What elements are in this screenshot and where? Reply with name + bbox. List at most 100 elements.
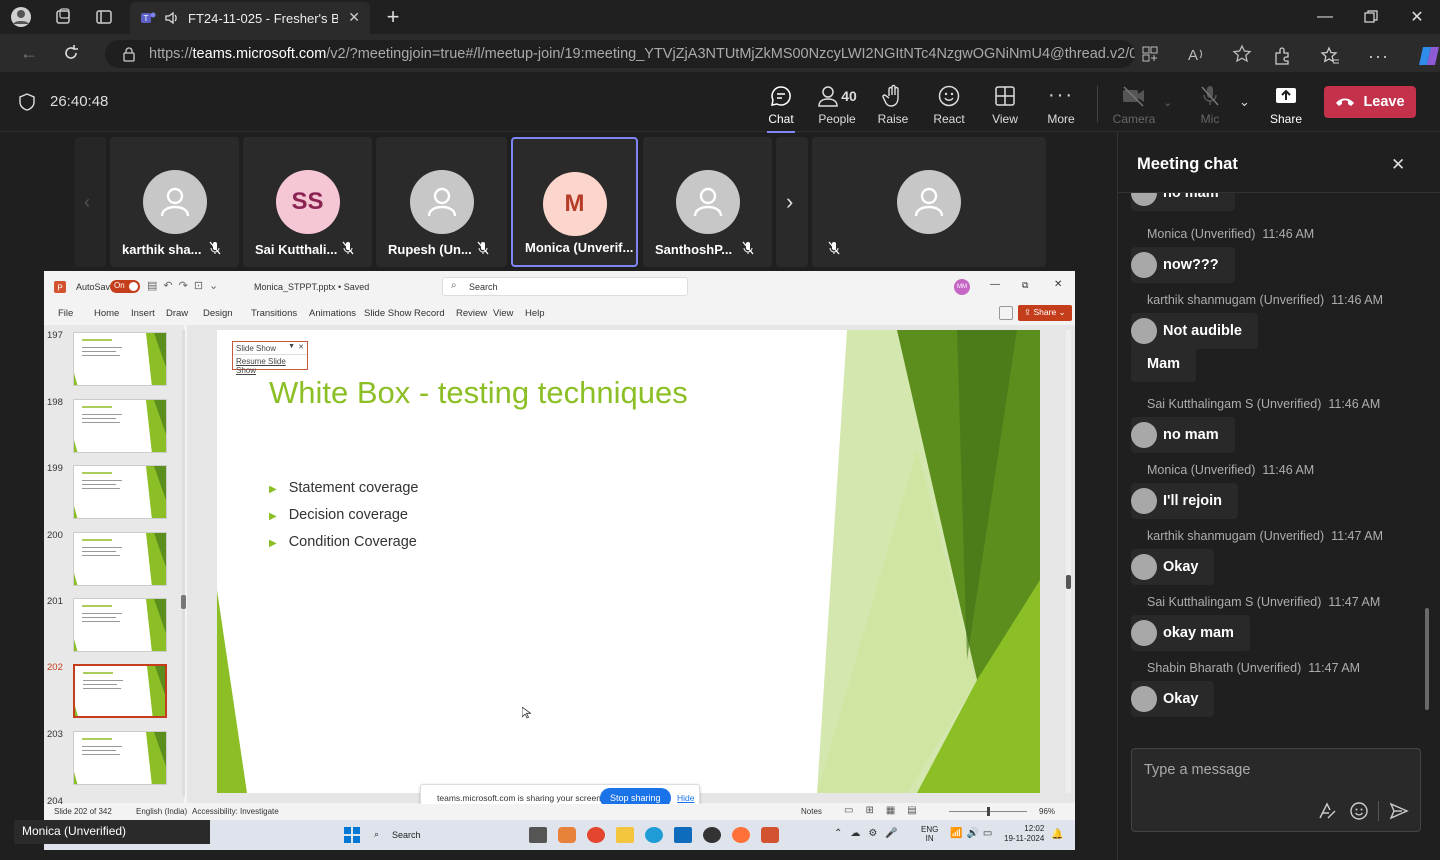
quick-access-icons[interactable]: ▤↶↷⊡⌄: [147, 279, 224, 292]
participant-tile[interactable]: Rupesh (Un...: [376, 137, 507, 267]
ribbon-tab-home[interactable]: Home: [94, 308, 131, 319]
hide-link[interactable]: Hide: [677, 793, 694, 803]
mic-button[interactable]: Mic: [1180, 82, 1240, 126]
message-bubble[interactable]: Not audible: [1131, 313, 1258, 349]
ppt-close-icon[interactable]: ✕: [1054, 279, 1062, 290]
view-button[interactable]: View: [975, 82, 1035, 126]
speaker-icon[interactable]: [164, 10, 180, 26]
close-window-icon[interactable]: ✕: [1406, 6, 1428, 28]
user-avatar[interactable]: MM: [954, 279, 970, 295]
leave-button[interactable]: Leave: [1324, 86, 1416, 118]
chrome-icon[interactable]: [587, 827, 605, 843]
ppt-minimize-icon[interactable]: —: [990, 279, 1000, 290]
message-bubble[interactable]: I'll rejoin: [1131, 483, 1239, 519]
back-icon[interactable]: ←: [18, 42, 40, 64]
participant-tile-speaking[interactable]: M Monica (Unverif...: [511, 137, 638, 267]
chat-button[interactable]: Chat: [751, 82, 811, 133]
ribbon-tab-insert[interactable]: Insert: [131, 308, 166, 319]
status-language[interactable]: English (India): [136, 807, 187, 816]
slide-thumbnail[interactable]: [73, 465, 167, 519]
ppt-filename[interactable]: Monica_STPPT.pptx • Saved: [254, 282, 369, 292]
view-mode-icons[interactable]: ▭⊞▦▤: [844, 805, 929, 816]
status-accessibility[interactable]: Accessibility: Investigate: [192, 807, 279, 816]
tiles-prev-button[interactable]: ‹: [75, 137, 106, 267]
message-bubble[interactable]: Okay: [1131, 549, 1215, 585]
camera-button[interactable]: Camera: [1104, 82, 1164, 126]
share-button[interactable]: Share: [1256, 82, 1316, 126]
slide-thumbnail[interactable]: [73, 731, 167, 785]
popup-close-icon[interactable]: ✕: [298, 343, 304, 351]
new-tab-icon[interactable]: +: [382, 4, 404, 29]
ribbon-tab-design[interactable]: Design: [203, 308, 251, 319]
copilot-app-icon[interactable]: [558, 827, 576, 843]
browser-tab[interactable]: T FT24-11-025 - Fresher's Batc ✕: [130, 2, 370, 34]
ribbon-tab-animations[interactable]: Animations: [309, 308, 364, 319]
restore-icon[interactable]: [1360, 6, 1382, 28]
firefox-icon[interactable]: [732, 827, 750, 843]
tab-actions-icon[interactable]: [93, 6, 115, 28]
ppt-restore-icon[interactable]: ⧉: [1022, 280, 1028, 291]
chat-compose-box[interactable]: Type a message: [1131, 748, 1421, 832]
copilot-icon[interactable]: [1417, 44, 1440, 68]
participant-tile[interactable]: SanthoshP...: [643, 137, 772, 267]
profile-icon[interactable]: [10, 6, 32, 28]
refresh-icon[interactable]: [60, 42, 82, 64]
people-button[interactable]: 40 People: [807, 82, 867, 126]
ribbon-tab-slide-show[interactable]: Slide Show: [364, 308, 414, 319]
dropdown-arrow-icon[interactable]: ▼: [288, 343, 295, 350]
react-button[interactable]: React: [919, 82, 979, 126]
ribbon-tab-transitions[interactable]: Transitions: [251, 308, 309, 319]
scroll-thumb[interactable]: [181, 595, 186, 609]
windows-start-icon[interactable]: [344, 827, 360, 843]
ppt-share-button[interactable]: ⇪ Share ⌄: [1018, 305, 1072, 321]
wifi-volume-battery-icons[interactable]: 📶🔊▭: [950, 828, 996, 839]
ribbon-tab-review[interactable]: Review: [456, 308, 493, 319]
store-icon[interactable]: [674, 827, 692, 843]
format-text-icon[interactable]: [1317, 801, 1337, 821]
ppt-search-box[interactable]: ⌕ Search: [442, 277, 688, 296]
slide-thumbnail[interactable]: [73, 399, 167, 453]
ribbon-tab-draw[interactable]: Draw: [166, 308, 203, 319]
close-chat-icon[interactable]: ✕: [1391, 155, 1405, 175]
autosave-toggle[interactable]: On: [110, 280, 140, 293]
slide-thumbnail[interactable]: [73, 598, 167, 652]
raise-hand-button[interactable]: Raise: [863, 82, 923, 126]
comments-icon[interactable]: [999, 306, 1013, 320]
message-bubble[interactable]: Mam: [1131, 346, 1197, 382]
app-available-icon[interactable]: [1140, 44, 1160, 64]
message-bubble[interactable]: now???: [1131, 247, 1235, 283]
message-bubble[interactable]: no mam: [1131, 193, 1235, 211]
collections-icon[interactable]: [52, 6, 74, 28]
slide-thumbnail[interactable]: [73, 532, 167, 586]
resume-slideshow-link[interactable]: Resume Slide Show: [233, 355, 307, 375]
message-bubble[interactable]: no mam: [1131, 417, 1235, 453]
tab-close-icon[interactable]: ✕: [348, 9, 360, 26]
dell-icon[interactable]: [703, 827, 721, 843]
notification-icon[interactable]: 🔔: [1051, 829, 1063, 840]
more-menu-icon[interactable]: ···: [1368, 46, 1389, 67]
lock-icon[interactable]: [121, 46, 137, 62]
input-language[interactable]: ENG IN: [921, 825, 938, 843]
message-bubble[interactable]: Okay: [1131, 681, 1215, 717]
minimize-icon[interactable]: —: [1314, 6, 1336, 28]
ribbon-tab-view[interactable]: View: [493, 308, 525, 319]
slide-scrollbar[interactable]: [1066, 330, 1071, 793]
extensions-icon[interactable]: [1272, 46, 1292, 66]
thumbnail-scrollbar[interactable]: [181, 330, 186, 796]
file-explorer-icon[interactable]: [529, 827, 547, 843]
tray-icons[interactable]: ⌃☁⚙🎤: [834, 828, 906, 839]
ribbon-tab-file[interactable]: File: [58, 308, 94, 319]
send-icon[interactable]: [1389, 801, 1409, 821]
camera-chevron-icon[interactable]: ⌄: [1163, 96, 1172, 109]
slide-thumbnail[interactable]: [73, 332, 167, 386]
mic-chevron-icon[interactable]: ⌄: [1239, 94, 1250, 110]
favorite-star-icon[interactable]: [1232, 44, 1252, 64]
zoom-slider[interactable]: [949, 807, 1027, 816]
tiles-next-button[interactable]: ›: [776, 137, 808, 267]
slide-scroll-thumb[interactable]: [1066, 575, 1071, 589]
taskbar-clock[interactable]: 12:02 19-11-2024: [1004, 824, 1044, 844]
more-button[interactable]: ··· More: [1031, 82, 1091, 126]
favorites-icon[interactable]: [1320, 46, 1340, 66]
zoom-level[interactable]: 96%: [1039, 807, 1055, 816]
notes-button[interactable]: Notes: [801, 807, 822, 816]
